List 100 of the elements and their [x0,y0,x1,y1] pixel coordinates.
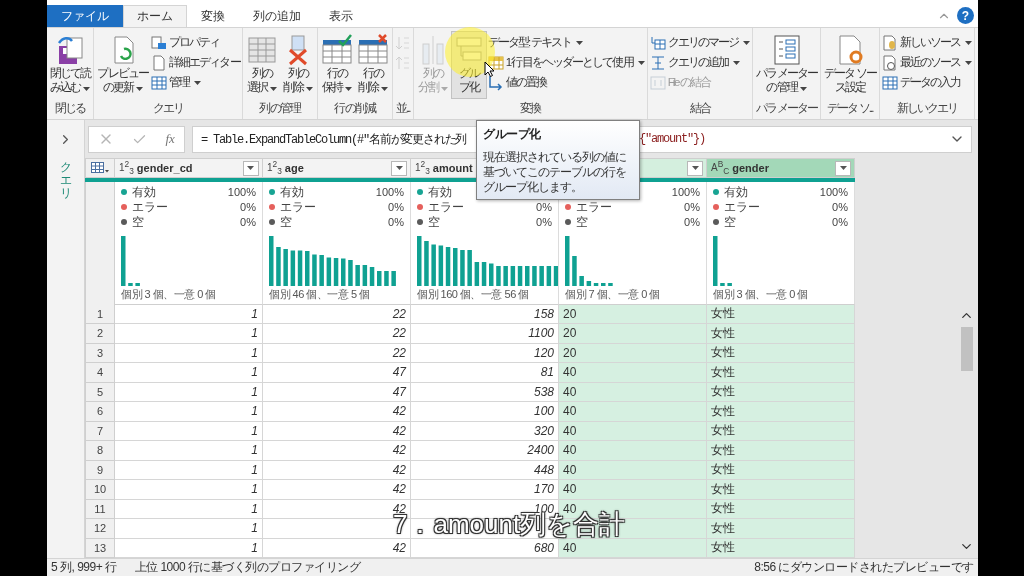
row-number: 11 [85,499,115,519]
group-label: 結合 [689,101,711,116]
stat-value: 0% [832,216,848,228]
table-cell: 女性 [707,480,855,500]
stat-label: 空 [428,213,440,231]
row-number: 2 [85,324,115,344]
stat-value: 0% [684,201,700,213]
table-cell: 女性 [707,363,855,383]
column-name: age [284,162,304,174]
distinct-summary: 個別 3 個、一意 0 個 [121,286,217,302]
table-cell: 20 [559,324,707,344]
table-cell: 1 [115,343,263,363]
stat-value: 0% [536,216,552,228]
stat-label: 有効 [428,183,452,201]
tooltip-title: グループ化 [483,126,542,143]
table-cell: 40 [559,460,707,480]
group-label: 閉じる [55,101,86,116]
stat-value: 100% [375,186,404,198]
stat-value: 0% [832,201,848,213]
table-cell: 女性 [707,441,855,461]
table-cell: 女性 [707,304,855,324]
table-cell: 42 [263,421,411,441]
table-cell: 42 [263,402,411,422]
row-number: 12 [85,519,115,539]
stat-value: 0% [536,201,552,213]
distinct-summary: 個別 160 個、一意 56 個 [417,286,530,302]
table-cell: 538 [411,382,559,402]
stat-label: エラー [132,198,168,216]
distinct-summary: 個別 3 個、一意 0 個 [713,286,809,302]
table-cell: 女性 [707,421,855,441]
stat-label: 空 [132,213,144,231]
table-cell: 20 [559,304,707,324]
table-cell: 42 [263,538,411,558]
row-number: 9 [85,460,115,480]
stat-value: 100% [671,186,700,198]
row-number: 7 [85,421,115,441]
stat-label: 有効 [280,183,304,201]
stat-value: 100% [227,186,256,198]
table-cell: 40 [559,363,707,383]
table-cell: 女性 [707,343,855,363]
stat-value: 0% [240,201,256,213]
table-cell: 女性 [707,402,855,422]
column-name: amount [432,162,473,174]
table-size: 5 列, 999+ 行 [51,559,117,576]
table-cell: 1 [115,382,263,402]
group-label: パラメーター [756,101,817,116]
table-cell: 22 [263,343,411,363]
table-cell: 40 [559,441,707,461]
preview-time: 8:56 にダウンロードされたプレビューです [754,559,974,576]
table-cell: 1 [115,480,263,500]
stat-label: 有効 [724,183,748,201]
stat-value: 100% [819,186,848,198]
table-cell: 448 [411,460,559,480]
row-number: 5 [85,382,115,402]
group-label: 変換 [520,101,541,116]
table-cell: 158 [411,304,559,324]
table-cell: 120 [411,343,559,363]
table-cell: 47 [263,363,411,383]
table-cell: 1 [115,421,263,441]
profiling-note: 上位 1000 行に基づく列のプロファイリング [134,559,361,576]
table-cell: 170 [411,480,559,500]
stat-value: 0% [388,201,404,213]
group-label: 行の削減 [334,101,375,116]
table-cell: 20 [559,343,707,363]
table-cell: 1 [115,460,263,480]
table-cell: 40 [559,421,707,441]
row-number: 1 [85,304,115,324]
group-label: 新しいクエリ [896,101,958,116]
row-number: 8 [85,441,115,461]
stat-value: 0% [684,216,700,228]
stat-label: 空 [576,213,588,231]
table-cell: 81 [411,363,559,383]
table-cell: 1 [115,304,263,324]
table-cell: 2400 [411,441,559,461]
table-cell: 女性 [707,519,855,539]
table-cell: 1 [115,363,263,383]
table-cell: 女性 [707,538,855,558]
stat-value: 0% [388,216,404,228]
stat-label: 有効 [132,183,156,201]
table-cell: 女性 [707,460,855,480]
stat-value: 0% [240,216,256,228]
table-cell: 1 [115,538,263,558]
group-label: データ ソ... [827,101,873,116]
table-cell: 320 [411,421,559,441]
table-cell: 42 [263,460,411,480]
stat-label: エラー [428,198,464,216]
stat-label: エラー [280,198,316,216]
stat-label: 空 [280,213,292,231]
distinct-summary: 個別 7 個、一意 0 個 [565,286,661,302]
column-name: gender_cd [136,162,193,174]
table-cell: 1 [115,519,263,539]
row-number: 3 [85,343,115,363]
table-cell: 1 [115,324,263,344]
table-cell: 女性 [707,499,855,519]
table-cell: 1 [115,402,263,422]
table-cell: 1 [115,441,263,461]
table-cell: 22 [263,304,411,324]
table-cell: 40 [559,402,707,422]
table-cell: 47 [263,382,411,402]
table-cell: 女性 [707,382,855,402]
